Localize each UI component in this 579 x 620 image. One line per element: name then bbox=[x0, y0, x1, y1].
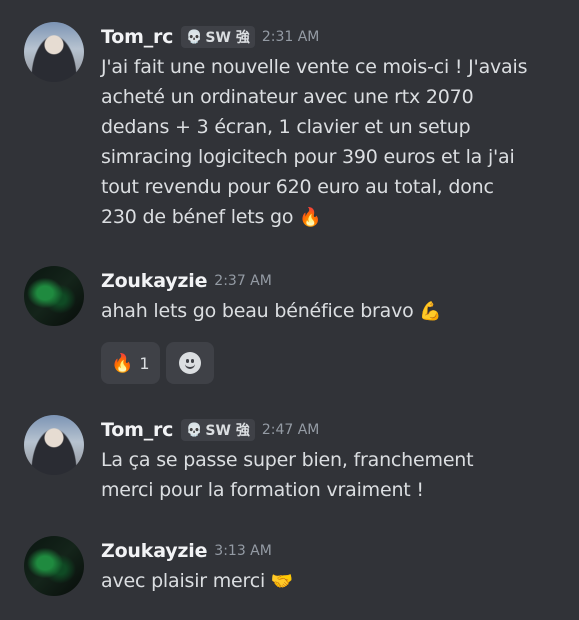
skull-icon: 💀 bbox=[186, 422, 203, 438]
message-text: avec plaisir merci 🤝 bbox=[101, 566, 571, 597]
fire-icon: 🔥 bbox=[299, 207, 322, 228]
message-text: La ça se passe super bien, franchement m… bbox=[101, 449, 474, 501]
skull-icon: 💀 bbox=[186, 29, 203, 45]
timestamp[interactable]: 2:37 AM bbox=[214, 273, 272, 289]
chat-log: Tom_rc 💀 SW 強 2:31 AM J'ai fait une nouv… bbox=[0, 0, 579, 620]
username[interactable]: Tom_rc bbox=[101, 26, 173, 48]
server-tag-label: SW 強 bbox=[205, 30, 250, 46]
avatar[interactable] bbox=[24, 22, 84, 82]
handshake-icon: 🤝 bbox=[270, 571, 294, 592]
reaction-bar: 🔥 1 bbox=[101, 342, 214, 384]
fire-icon: 🔥 bbox=[111, 352, 134, 374]
reaction-fire[interactable]: 🔥 1 bbox=[101, 342, 160, 384]
server-tag[interactable]: 💀 SW 強 bbox=[181, 419, 255, 441]
add-reaction-button[interactable] bbox=[165, 342, 214, 384]
message-content: avec plaisir merci bbox=[101, 570, 266, 592]
avatar[interactable] bbox=[24, 536, 84, 596]
username[interactable]: Zoukayzie bbox=[101, 270, 207, 292]
smiley-icon bbox=[178, 352, 201, 374]
message-content: J'ai fait une nouvelle vente ce mois-ci … bbox=[101, 56, 528, 228]
message-content: ahah lets go beau bénéfice bravo bbox=[101, 300, 414, 322]
avatar[interactable] bbox=[24, 415, 84, 475]
timestamp[interactable]: 2:31 AM bbox=[262, 29, 320, 45]
message-text: ahah lets go beau bénéfice bravo 💪 bbox=[101, 296, 571, 327]
reaction-count: 1 bbox=[139, 353, 150, 373]
timestamp[interactable]: 3:13 AM bbox=[214, 543, 272, 559]
message-text: J'ai fait une nouvelle vente ce mois-ci … bbox=[101, 52, 571, 233]
timestamp[interactable]: 2:47 AM bbox=[262, 422, 320, 438]
username[interactable]: Zoukayzie bbox=[101, 540, 207, 562]
server-tag-label: SW 強 bbox=[205, 423, 250, 439]
flexed-biceps-icon: 💪 bbox=[419, 301, 442, 322]
server-tag[interactable]: 💀 SW 強 bbox=[181, 26, 255, 48]
username[interactable]: Tom_rc bbox=[101, 419, 173, 441]
avatar[interactable] bbox=[24, 266, 84, 326]
